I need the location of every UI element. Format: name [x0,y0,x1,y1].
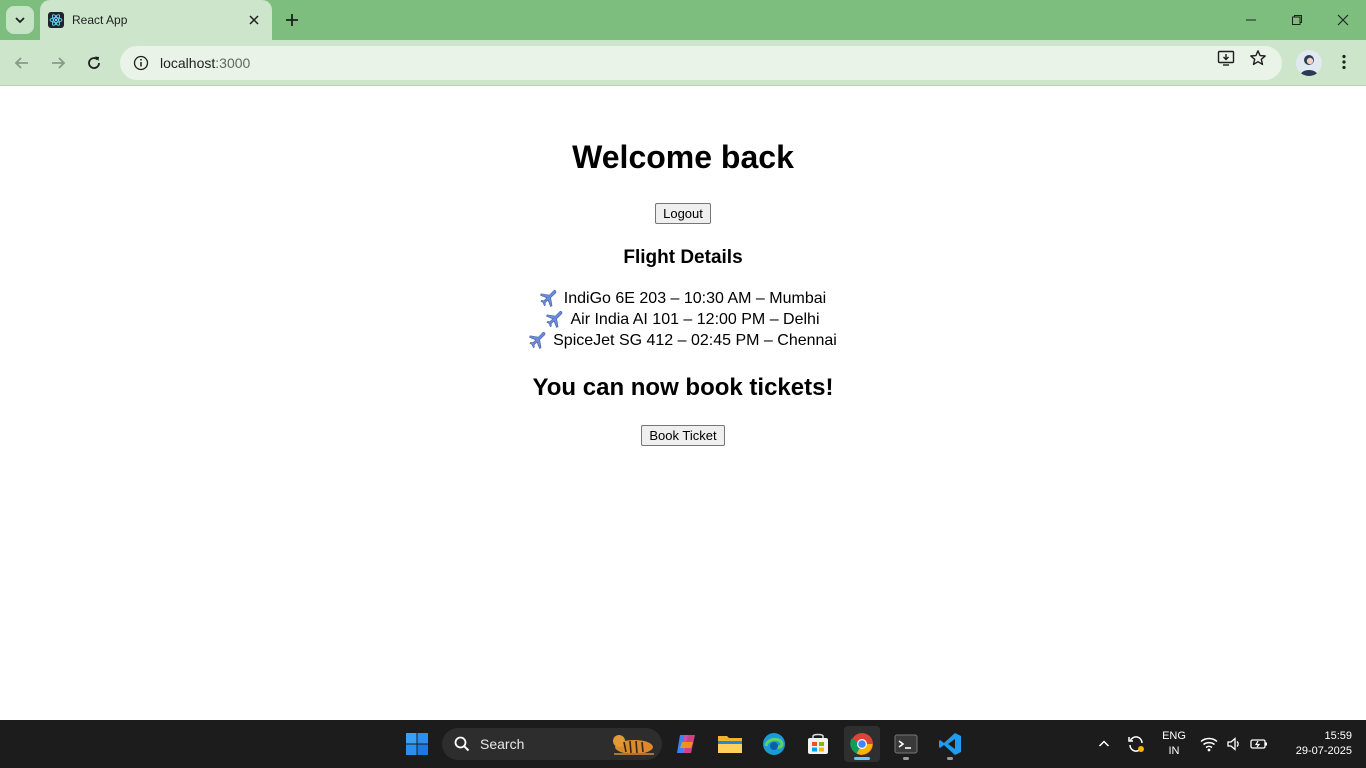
restore-icon [1292,15,1302,25]
minimize-icon [1246,19,1256,21]
flight-item: Air India AI 101 – 12:00 PM – Delhi [0,311,1366,329]
airplane-icon [546,311,563,328]
book-ticket-button[interactable]: Book Ticket [641,425,725,446]
address-bar[interactable]: localhost:3000 [120,46,1282,80]
reload-button[interactable] [79,48,109,78]
battery-icon [1250,739,1267,749]
page-content: Welcome back Logout Flight Details IndiG… [0,87,1366,720]
copilot-icon [677,735,695,753]
store-icon [808,733,828,754]
logout-button[interactable]: Logout [655,203,711,224]
close-window-button[interactable] [1320,0,1366,40]
file-explorer-button[interactable] [712,726,748,762]
clock-date: 29-07-2025 [1295,745,1352,757]
language-indicator[interactable]: ENG IN [1156,729,1192,759]
flight-text: SpiceJet SG 412 – 02:45 PM – Chennai [553,332,837,349]
arrow-left-icon [14,57,28,69]
flight-text: IndiGo 6E 203 – 10:30 AM – Mumbai [563,290,827,307]
more-vertical-icon [1342,54,1346,70]
close-icon [1337,14,1349,26]
forward-button[interactable] [43,48,73,78]
book-message: You can now book tickets! [532,374,834,401]
volume-icon [1227,737,1239,751]
region-code: IN [1168,745,1180,757]
copilot-button[interactable] [668,726,704,762]
site-info-icon[interactable] [130,52,152,74]
terminal-icon [894,734,918,754]
edge-icon [763,733,785,755]
clock[interactable]: 15:59 29-07-2025 [1280,729,1352,759]
chevron-up-icon [1098,740,1110,747]
tab-search-button[interactable] [6,6,34,34]
bookmark-button[interactable] [1246,46,1270,70]
flight-details-heading: Flight Details [623,247,743,268]
flight-item: IndiGo 6E 203 – 10:30 AM – Mumbai [0,290,1366,308]
show-hidden-icons-button[interactable] [1090,726,1118,762]
install-icon [1217,50,1235,66]
url-text: localhost:3000 [160,55,251,71]
tiger-icon [613,735,654,755]
start-button[interactable] [399,726,435,762]
file-explorer-icon [718,736,742,753]
search-icon [454,736,470,752]
airplane-icon [529,332,546,349]
search-label: Search [480,736,525,752]
plus-icon [286,14,298,26]
chrome-button[interactable] [844,726,880,762]
browser-tab[interactable]: React App [40,0,272,40]
running-indicator [947,757,953,760]
wifi-icon [1200,737,1218,752]
minimize-button[interactable] [1228,0,1274,40]
active-indicator [854,757,870,760]
react-icon [48,12,64,28]
vscode-icon [939,733,961,755]
browser-tab-strip: React App [0,0,1366,40]
start-icon [406,733,428,755]
browser-menu-button[interactable] [1332,50,1356,74]
install-app-button[interactable] [1214,46,1238,70]
clock-time: 15:59 [1324,730,1352,742]
profile-avatar[interactable] [1296,50,1322,76]
windows-taskbar: Search ENG IN 15:59 29-07-2025 [0,720,1366,768]
chrome-icon [850,733,873,755]
flight-text: Air India AI 101 – 12:00 PM – Delhi [570,311,820,328]
restore-button[interactable] [1274,0,1320,40]
arrow-right-icon [52,57,66,69]
sync-icon [1128,736,1144,752]
store-button[interactable] [800,726,836,762]
page-title: Welcome back [572,139,794,175]
new-tab-button[interactable] [280,8,304,32]
tab-title: React App [72,13,128,27]
flight-item: SpiceJet SG 412 – 02:45 PM – Chennai [0,332,1366,350]
reload-icon [88,56,100,69]
language-code: ENG [1162,730,1186,742]
star-icon [1250,50,1266,66]
quick-settings-button[interactable] [1198,726,1270,762]
taskbar-search[interactable]: Search [442,728,662,760]
back-button[interactable] [7,48,37,78]
tab-close-icon[interactable] [246,12,262,28]
terminal-button[interactable] [888,726,924,762]
browser-toolbar: localhost:3000 [0,40,1366,86]
airplane-icon [539,290,557,307]
running-indicator [903,757,909,760]
edge-button[interactable] [756,726,792,762]
avatar-icon [1300,55,1318,76]
vscode-button[interactable] [932,726,968,762]
chevron-down-icon [15,17,25,24]
sync-button[interactable] [1122,726,1150,762]
